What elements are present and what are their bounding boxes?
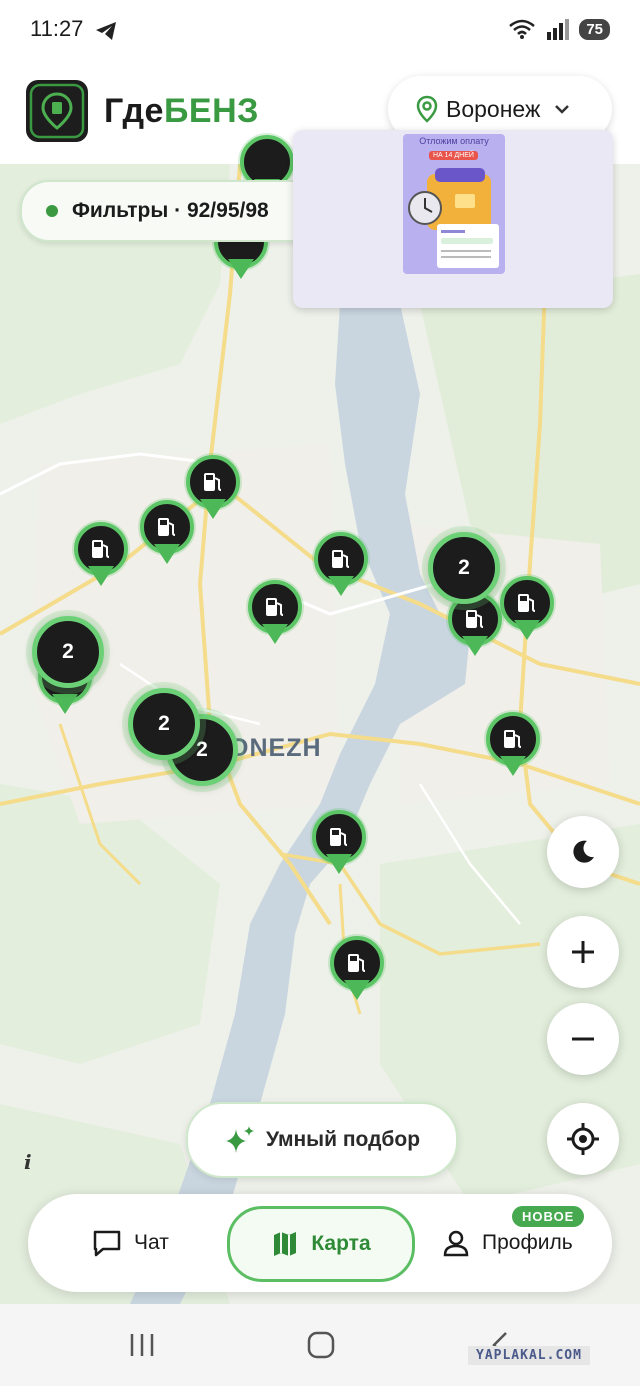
fuel-station-pin[interactable] [74, 522, 128, 594]
fuel-pump-icon [504, 730, 522, 748]
watermark: YAPLAKAL.COM [468, 1346, 590, 1365]
moon-icon [573, 840, 594, 863]
fuel-pin-icon [29, 83, 85, 139]
city-label: Воронеж [446, 95, 541, 122]
filter-chip[interactable]: Фильтры · 92/95/98 [20, 180, 324, 242]
map-icon [274, 1232, 297, 1256]
fuel-pump-icon [518, 594, 536, 612]
recent-apps-icon[interactable] [128, 1332, 156, 1358]
battery-indicator: 75 [579, 18, 610, 40]
nav-map-label: Карта [311, 1232, 371, 1255]
bottom-nav: Чат Карта Профиль НОВОЕ [28, 1194, 612, 1292]
wifi-icon [509, 19, 536, 39]
nav-profile-label: Профиль [482, 1231, 573, 1254]
fuel-station-pin[interactable] [140, 500, 194, 572]
app-logo [26, 80, 88, 142]
fuel-station-pin[interactable] [500, 576, 554, 648]
nav-map[interactable]: Карта [227, 1206, 415, 1282]
location-pin-icon [416, 95, 438, 123]
my-location-button[interactable] [547, 1103, 619, 1175]
smart-pick-label: Умный подбор [265, 1128, 421, 1151]
fuel-station-pin[interactable] [312, 810, 366, 882]
map-attribution-info[interactable]: i [24, 1150, 32, 1174]
ad-headline: Отложим оплату [419, 136, 489, 146]
ad-creative: Отложим оплату НА 14 ДНЕЙ [403, 134, 505, 274]
wallet-clock-icon [408, 168, 499, 268]
dark-mode-button[interactable] [547, 816, 619, 888]
fuel-pump-icon [266, 598, 284, 616]
filter-active-dot [46, 205, 58, 217]
fuel-pump-icon [348, 954, 366, 972]
fuel-pump-icon [204, 473, 222, 491]
telegram-icon [96, 22, 116, 40]
zoom-out-button[interactable] [547, 1003, 619, 1075]
crosshair-icon [567, 1123, 599, 1155]
station-cluster[interactable]: 2 [32, 616, 104, 688]
fuel-pump-icon [466, 610, 484, 628]
app-title-main: Где [104, 92, 164, 130]
fuel-station-pin[interactable] [486, 712, 540, 784]
fuel-pump-icon [330, 828, 348, 846]
app-title-accent: БЕНЗ [163, 92, 259, 130]
ad-banner[interactable]: Отложим оплату НА 14 ДНЕЙ [293, 130, 613, 308]
home-icon[interactable] [306, 1330, 336, 1360]
station-cluster[interactable]: 2 [428, 532, 500, 604]
status-time: 11:27 [30, 16, 84, 41]
user-icon [443, 1230, 469, 1257]
app-title: ГдеБЕНЗ [104, 92, 259, 131]
nav-chat[interactable]: Чат [92, 1214, 169, 1272]
new-badge: НОВОЕ [512, 1206, 585, 1227]
ad-tag: НА 14 ДНЕЙ [429, 151, 478, 160]
plus-icon [572, 941, 594, 963]
fuel-pump-icon [92, 540, 110, 558]
sparkles-icon [225, 1126, 254, 1153]
fuel-station-pin[interactable] [248, 580, 302, 652]
smart-pick-button[interactable]: Умный подбор [186, 1102, 458, 1178]
station-cluster[interactable]: 2 [128, 688, 200, 760]
fuel-pump-icon [158, 518, 176, 536]
fuel-station-pin[interactable] [186, 455, 240, 527]
zoom-in-button[interactable] [547, 916, 619, 988]
signal-icon [547, 19, 570, 40]
fuel-pump-icon [332, 550, 350, 568]
nav-chat-label: Чат [134, 1231, 169, 1254]
system-nav-bar [0, 1304, 640, 1386]
chevron-down-icon [555, 105, 570, 114]
status-bar: 11:27 75 [0, 0, 640, 64]
fuel-station-pin[interactable] [314, 532, 368, 604]
filter-label: Фильтры · 92/95/98 [72, 199, 269, 222]
fuel-station-pin[interactable] [330, 936, 384, 1008]
minus-icon [572, 1037, 594, 1041]
chat-icon [93, 1230, 121, 1257]
